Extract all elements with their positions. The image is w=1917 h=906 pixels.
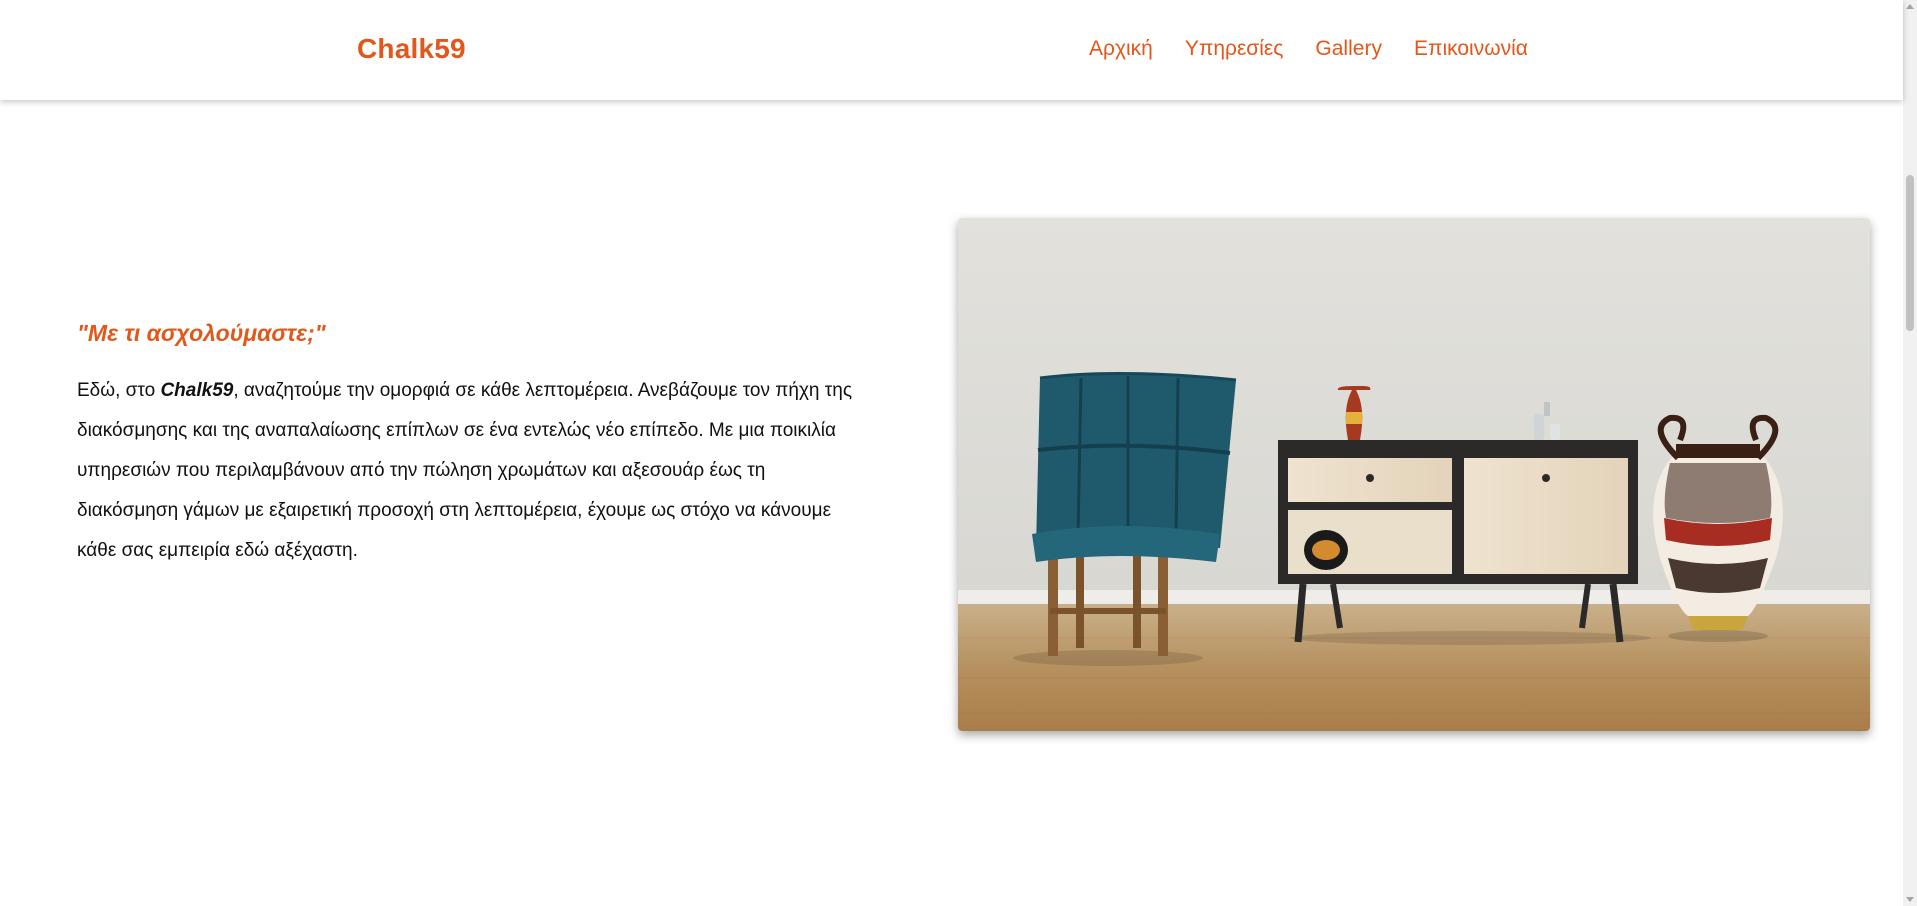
about-text-rest: , αναζητούμε την ομορφιά σε κάθε λεπτομέ… — [77, 380, 853, 561]
scroll-down-arrow-icon[interactable] — [1906, 897, 1914, 902]
about-section: "Με τι ασχολούμαστε;" Εδώ, στο Chalk59, … — [77, 320, 857, 571]
interior-photo — [958, 218, 1870, 731]
brand-logo-link[interactable]: Chalk59 — [357, 33, 466, 65]
nav-link-contact[interactable]: Επικοινωνία — [1414, 37, 1528, 61]
about-text-prefix: Εδώ, στο — [77, 380, 161, 401]
nav-link-gallery[interactable]: Gallery — [1315, 37, 1382, 61]
main-nav: Αρχική Υπηρεσίες Gallery Επικοινωνία — [1089, 37, 1528, 61]
about-paragraph: Εδώ, στο Chalk59, αναζητούμε την ομορφιά… — [77, 371, 857, 571]
site-header: Chalk59 Αρχική Υπηρεσίες Gallery Επικοιν… — [0, 0, 1903, 100]
nav-link-home[interactable]: Αρχική — [1089, 37, 1153, 61]
about-heading: "Με τι ασχολούμαστε;" — [77, 320, 326, 346]
nav-link-services[interactable]: Υπηρεσίες — [1185, 37, 1284, 61]
page-scrollbar[interactable] — [1903, 0, 1917, 906]
scroll-up-arrow-icon[interactable] — [1906, 4, 1914, 9]
page: Chalk59 Αρχική Υπηρεσίες Gallery Επικοιν… — [0, 0, 1917, 906]
scroll-thumb[interactable] — [1906, 175, 1914, 331]
interior-photo-illustration — [958, 218, 1870, 731]
about-brand-name: Chalk59 — [160, 380, 234, 401]
